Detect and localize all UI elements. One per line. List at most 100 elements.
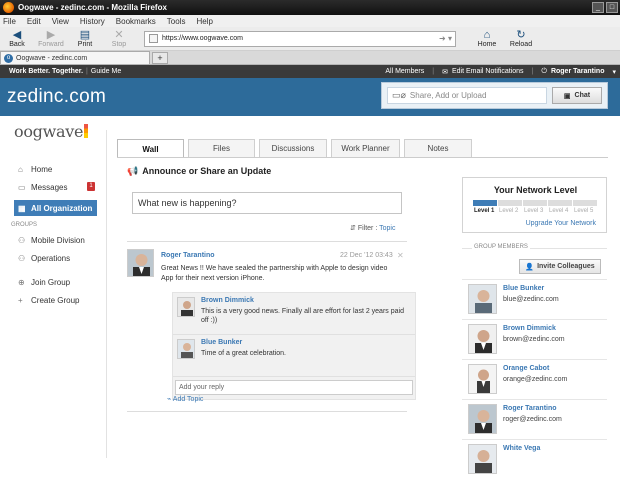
- post-author[interactable]: Roger Tarantino: [161, 252, 215, 259]
- brand-header: zedinc.com ▭⌀ Share, Add or Upload ▣ Cha…: [0, 78, 620, 116]
- avatar[interactable]: [127, 249, 154, 277]
- member-name[interactable]: White Vega: [503, 445, 540, 452]
- reply-input[interactable]: Add your reply: [175, 380, 413, 395]
- level-label: Level 1: [474, 208, 495, 214]
- tab-notes[interactable]: Notes: [404, 139, 472, 157]
- reload-label: Reload: [509, 40, 533, 48]
- tab-work-planner[interactable]: Work Planner: [331, 139, 400, 157]
- tab-discussions[interactable]: Discussions: [259, 139, 327, 157]
- menu-file[interactable]: File: [3, 17, 16, 26]
- status-update-input[interactable]: What new is happening?: [132, 192, 402, 214]
- sidebar-nav: ⌂ Home ▭ Messages 1 ▦ All Organization GROUP…: [0, 160, 106, 309]
- guide-me-link[interactable]: Guide Me: [91, 68, 121, 75]
- avatar[interactable]: [468, 324, 497, 354]
- filter-control[interactable]: ⇵ Filter : Topic: [350, 224, 395, 232]
- add-topic-link[interactable]: ⌁ Add Topic: [167, 395, 203, 403]
- network-level-bar: [473, 200, 598, 206]
- back-arrow-icon: ◀: [12, 28, 22, 41]
- chat-button[interactable]: ▣ Chat: [552, 87, 602, 104]
- maximize-icon[interactable]: □: [606, 2, 618, 13]
- sidebar-item-create-group[interactable]: + Create Group: [0, 291, 106, 309]
- home-icon: ⌂: [18, 164, 23, 174]
- comment-author[interactable]: Blue Bunker: [201, 339, 242, 346]
- back-button[interactable]: ◀ Back: [0, 29, 34, 49]
- stop-button[interactable]: ✕ Stop: [102, 29, 136, 49]
- list-item: Brown Dimmick brown@zedinc.com: [462, 319, 607, 359]
- avatar[interactable]: [177, 297, 195, 317]
- app-topbar: Work Better. Together. | Guide Me All Me…: [0, 65, 620, 78]
- member-name[interactable]: Brown Dimmick: [503, 325, 556, 332]
- sidebar-item-mobile-division[interactable]: ⚇ Mobile Division: [0, 231, 106, 249]
- comment-author[interactable]: Brown Dimmick: [201, 297, 254, 304]
- avatar[interactable]: [468, 404, 497, 434]
- upgrade-network-link[interactable]: Upgrade Your Network: [526, 220, 596, 227]
- user-menu[interactable]: Roger Tarantino: [551, 68, 605, 75]
- minimize-icon[interactable]: _: [592, 2, 604, 13]
- browser-tab[interactable]: o Oogwave - zedinc.com: [0, 51, 150, 64]
- level-labels: Level 1 Level 2 Level 3 Level 4 Level 5: [474, 208, 599, 214]
- member-name[interactable]: Roger Tarantino: [503, 405, 557, 412]
- reload-button[interactable]: ↻ Reload: [504, 29, 538, 49]
- divider: |: [432, 68, 435, 75]
- menu-bookmarks[interactable]: Bookmarks: [116, 17, 156, 26]
- comment-text: Time of a great celebration.: [201, 350, 286, 357]
- sidebar-item-operations[interactable]: ⚇ Operations: [0, 249, 106, 267]
- sidebar: oogwave ⌂ Home ▭ Messages 1 ▦ All Organizati…: [0, 122, 107, 458]
- avatar[interactable]: [468, 444, 497, 474]
- sidebar-item-home[interactable]: ⌂ Home: [0, 160, 106, 178]
- close-icon[interactable]: ✕: [397, 251, 404, 260]
- divider: [127, 241, 407, 242]
- tag-icon: ⌁: [167, 396, 172, 403]
- home-button[interactable]: ⌂ Home: [470, 29, 504, 49]
- member-name[interactable]: Blue Bunker: [503, 285, 544, 292]
- new-tab-button[interactable]: +: [152, 52, 168, 64]
- invite-label: Invite Colleagues: [537, 263, 595, 270]
- menu-history[interactable]: History: [80, 17, 105, 26]
- list-item: White Vega: [462, 439, 607, 479]
- member-email: blue@zedinc.com: [503, 296, 559, 303]
- power-icon: ⏻: [541, 67, 547, 75]
- organization-icon: ▦: [18, 203, 26, 213]
- share-input[interactable]: ▭⌀ Share, Add or Upload: [387, 87, 547, 104]
- back-label: Back: [9, 40, 25, 48]
- menu-help[interactable]: Help: [196, 17, 212, 26]
- add-topic-label: Add Topic: [172, 396, 204, 403]
- all-members-link[interactable]: All Members: [385, 68, 424, 75]
- go-arrow-icon[interactable]: ➜ ▾: [439, 34, 455, 43]
- sidebar-item-label: Home: [31, 164, 53, 174]
- sidebar-item-label: Mobile Division: [31, 235, 85, 245]
- share-placeholder: Share, Add or Upload: [409, 91, 487, 100]
- print-button[interactable]: ▤ Print: [68, 29, 102, 49]
- tab-files[interactable]: Files: [188, 139, 255, 157]
- url-text: https://www.oogwave.com: [162, 35, 243, 42]
- edit-email-notifications-link[interactable]: Edit Email Notifications: [452, 68, 524, 75]
- tab-strip: o Oogwave - zedinc.com +: [0, 51, 620, 65]
- filter-topic-link[interactable]: Topic: [379, 225, 395, 232]
- forward-button[interactable]: ▶ Forward: [34, 29, 68, 49]
- chevron-down-icon[interactable]: ▾: [612, 68, 616, 76]
- reply-row: Add your reply: [173, 377, 415, 399]
- tab-title: Oogwave - zedinc.com: [16, 54, 88, 62]
- oogwave-logo[interactable]: oogwave: [14, 122, 89, 141]
- post-timestamp: 22 Dec '12 03:43: [340, 252, 393, 259]
- share-box: ▭⌀ Share, Add or Upload ▣ Chat: [381, 82, 608, 109]
- sidebar-item-messages[interactable]: ▭ Messages 1: [0, 178, 106, 196]
- menu-tools[interactable]: Tools: [167, 17, 186, 26]
- url-bar[interactable]: https://www.oogwave.com ➜ ▾: [144, 30, 456, 47]
- avatar[interactable]: [468, 364, 497, 394]
- menu-edit[interactable]: Edit: [27, 17, 41, 26]
- member-name[interactable]: Orange Cabot: [503, 365, 549, 372]
- tab-wall[interactable]: Wall: [117, 139, 184, 158]
- sidebar-item-all-organization[interactable]: ▦ All Organization: [14, 200, 97, 216]
- menu-view[interactable]: View: [52, 17, 69, 26]
- list-item: Orange Cabot orange@zedinc.com: [462, 359, 607, 399]
- sidebar-item-join-group[interactable]: ⊕ Join Group: [0, 273, 106, 291]
- forward-arrow-icon: ▶: [46, 28, 56, 41]
- avatar[interactable]: [177, 339, 195, 359]
- tab-divider: [117, 157, 608, 158]
- sidebar-item-label: Join Group: [31, 277, 71, 287]
- avatar[interactable]: [468, 284, 497, 314]
- comment: Blue Bunker Time of a great celebration.: [173, 335, 415, 377]
- invite-colleagues-button[interactable]: 👤 Invite Colleagues: [519, 259, 601, 274]
- company-name[interactable]: zedinc.com: [7, 86, 106, 108]
